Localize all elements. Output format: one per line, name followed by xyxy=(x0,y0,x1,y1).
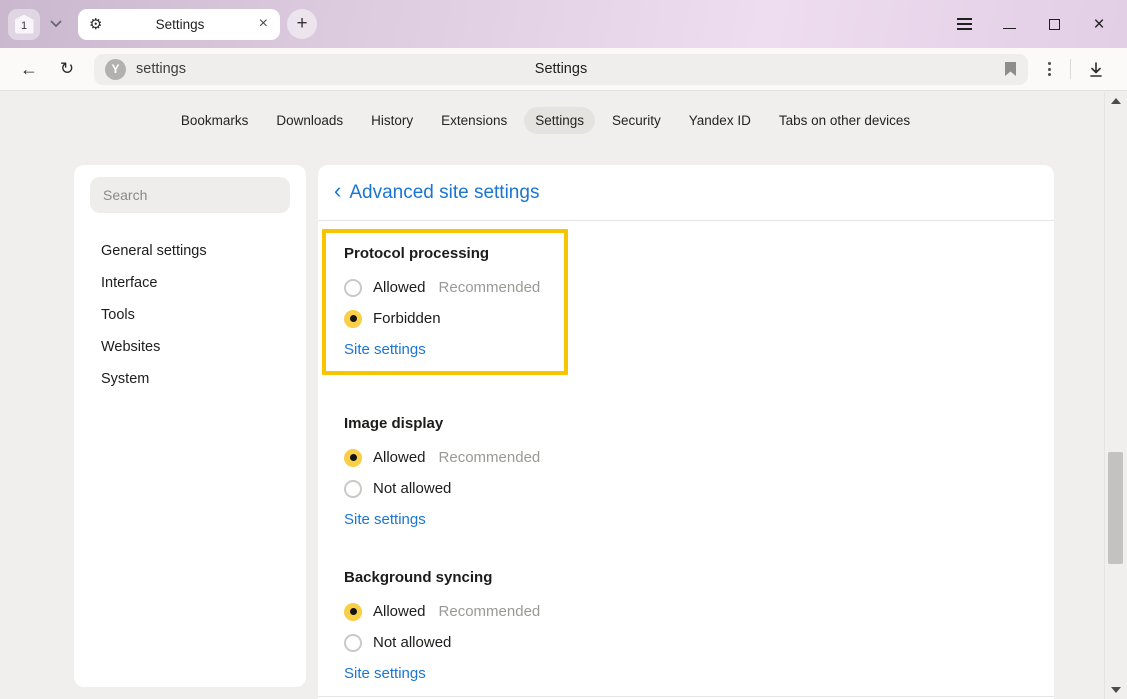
radio-unselected-icon[interactable] xyxy=(344,279,362,297)
scrollbar-up-arrow[interactable] xyxy=(1111,98,1121,104)
nav-tab-bookmarks[interactable]: Bookmarks xyxy=(170,107,260,134)
section-title: Image display xyxy=(344,415,1054,432)
nav-tab-history[interactable]: History xyxy=(360,107,424,134)
tab-counter-button[interactable]: 1 xyxy=(8,9,40,40)
recommended-badge: Recommended xyxy=(439,279,541,296)
option-image-display-not-allowed[interactable]: Not allowed xyxy=(344,473,1054,504)
reload-button[interactable]: ↻ xyxy=(52,59,82,79)
sidebar-item-websites[interactable]: Websites xyxy=(74,331,306,363)
gear-icon: ⚙ xyxy=(89,17,102,32)
address-bar[interactable]: Y settings Settings xyxy=(94,54,1028,85)
close-icon: × xyxy=(1093,15,1104,34)
tab-close-icon[interactable]: × xyxy=(258,16,269,32)
back-arrow-icon: ← xyxy=(20,59,38,79)
nav-tab-settings[interactable]: Settings xyxy=(524,107,595,134)
titlebar: 1 ⚙ Settings × + × xyxy=(0,0,1127,48)
option-image-display-allowed[interactable]: Allowed Recommended xyxy=(344,442,1054,473)
section-title: Protocol processing xyxy=(344,245,546,262)
extensions-menu-button[interactable] xyxy=(1036,62,1062,76)
menu-icon xyxy=(957,18,972,29)
minimize-icon xyxy=(1003,28,1016,30)
reload-icon: ↻ xyxy=(60,59,74,78)
advanced-site-settings-link[interactable]: Advanced site settings xyxy=(349,182,539,204)
bookmark-icon xyxy=(1004,61,1017,77)
radio-selected-icon[interactable] xyxy=(344,603,362,621)
section-title: Background syncing xyxy=(344,569,1054,586)
option-label: Not allowed xyxy=(373,480,451,497)
bookmark-button[interactable] xyxy=(1004,61,1017,77)
scrollbar[interactable] xyxy=(1104,92,1127,699)
browser-menu-button[interactable] xyxy=(956,16,972,32)
option-label: Allowed xyxy=(373,449,426,466)
option-protocol-processing-allowed[interactable]: Allowed Recommended xyxy=(344,272,546,303)
section-background-syncing: Background syncing Allowed Recommended Not … xyxy=(318,569,1054,683)
site-settings-link[interactable]: Site settings xyxy=(344,511,426,528)
section-protocol-processing: Protocol processing Allowed Recommended For… xyxy=(322,229,568,375)
option-protocol-processing-forbidden[interactable]: Forbidden xyxy=(344,303,546,334)
maximize-button[interactable] xyxy=(1046,16,1062,32)
radio-unselected-icon[interactable] xyxy=(344,480,362,498)
tab-list-chevron-button[interactable] xyxy=(42,9,70,40)
sidebar-items: General settingsInterfaceToolsWebsitesSy… xyxy=(74,235,306,395)
window-controls: × xyxy=(956,16,1127,32)
download-icon xyxy=(1088,61,1104,78)
sidebar-item-general-settings[interactable]: General settings xyxy=(74,235,306,267)
browser-tab-settings[interactable]: ⚙ Settings × xyxy=(78,9,280,40)
sidebar-item-tools[interactable]: Tools xyxy=(74,299,306,331)
recommended-badge: Recommended xyxy=(439,603,541,620)
recommended-badge: Recommended xyxy=(439,449,541,466)
new-tab-button[interactable]: + xyxy=(287,9,317,39)
section-image-display: Image display Allowed Recommended Not allow… xyxy=(318,415,1054,529)
site-settings-link[interactable]: Site settings xyxy=(344,341,426,358)
downloads-button[interactable] xyxy=(1079,61,1113,78)
tab-title: Settings xyxy=(102,17,257,32)
radio-unselected-icon[interactable] xyxy=(344,634,362,652)
url-text: settings xyxy=(136,61,186,77)
tab-counter-badge: 1 xyxy=(15,15,34,34)
minimize-button[interactable] xyxy=(1001,16,1017,32)
nav-tab-extensions[interactable]: Extensions xyxy=(430,107,518,134)
close-window-button[interactable]: × xyxy=(1091,16,1107,32)
protect-icon[interactable]: Y xyxy=(105,59,126,80)
radio-selected-icon[interactable] xyxy=(344,310,362,328)
option-background-syncing-allowed[interactable]: Allowed Recommended xyxy=(344,596,1054,627)
address-bar-page-title: Settings xyxy=(94,61,1028,77)
nav-tabs: BookmarksDownloadsHistoryExtensionsSetti… xyxy=(0,92,1127,134)
option-background-syncing-not-allowed[interactable]: Not allowed xyxy=(344,627,1054,658)
option-label: Not allowed xyxy=(373,634,451,651)
radio-selected-icon[interactable] xyxy=(344,449,362,467)
browser-window: 1 ⚙ Settings × + × xyxy=(0,0,1127,699)
nav-tab-downloads[interactable]: Downloads xyxy=(265,107,354,134)
nav-tab-tabs-on-other-devices[interactable]: Tabs on other devices xyxy=(768,107,921,134)
chevron-down-icon xyxy=(50,20,62,28)
nav-tab-yandex-id[interactable]: Yandex ID xyxy=(678,107,762,134)
nav-tab-security[interactable]: Security xyxy=(601,107,672,134)
maximize-icon xyxy=(1049,19,1060,30)
sidebar-item-interface[interactable]: Interface xyxy=(74,267,306,299)
option-label: Allowed xyxy=(373,603,426,620)
plus-icon: + xyxy=(296,13,307,35)
sidebar-item-system[interactable]: System xyxy=(74,363,306,395)
back-button[interactable]: ← xyxy=(14,59,44,80)
site-settings-link[interactable]: Site settings xyxy=(344,665,426,682)
main-header: ‹ Advanced site settings xyxy=(318,165,1054,221)
toolbar: ← ↻ Y settings Settings xyxy=(0,48,1127,91)
option-label: Allowed xyxy=(373,279,426,296)
kebab-icon xyxy=(1048,62,1051,65)
settings-main-panel: ‹ Advanced site settings Protocol proces… xyxy=(318,165,1054,699)
toolbar-divider xyxy=(1070,59,1071,79)
settings-sections: Protocol processing Allowed Recommended For… xyxy=(318,221,1054,683)
page-content: BookmarksDownloadsHistoryExtensionsSetti… xyxy=(0,92,1127,699)
option-label: Forbidden xyxy=(373,310,441,327)
scrollbar-thumb[interactable] xyxy=(1108,452,1123,564)
settings-sidebar: General settingsInterfaceToolsWebsitesSy… xyxy=(74,165,306,687)
chevron-left-icon[interactable]: ‹ xyxy=(329,180,346,205)
scrollbar-down-arrow[interactable] xyxy=(1111,687,1121,693)
search-input[interactable] xyxy=(90,177,290,213)
